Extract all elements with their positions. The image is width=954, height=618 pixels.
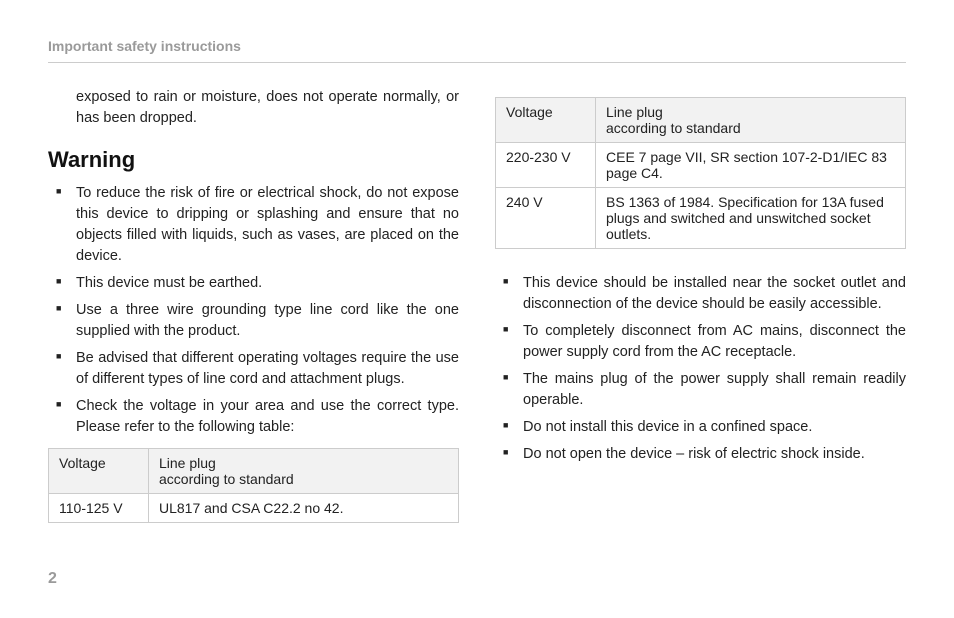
header-divider [48, 62, 906, 63]
warning-heading: Warning [48, 147, 459, 173]
voltage-table-left: Voltage Line plug according to standard … [48, 448, 459, 523]
left-column: exposed to rain or moisture, does not op… [48, 87, 459, 523]
table-header-plug-line1: Line plug [606, 104, 663, 120]
table-cell-plug: BS 1363 of 1984. Specification for 13A f… [596, 188, 906, 249]
warning-bullet-list-right: This device should be installed near the… [495, 273, 906, 465]
table-header-plug: Line plug according to standard [596, 98, 906, 143]
list-item: This device must be earthed. [48, 273, 459, 294]
right-column: Voltage Line plug according to standard … [495, 87, 906, 523]
table-cell-voltage: 110-125 V [49, 494, 149, 523]
list-item: This device should be installed near the… [495, 273, 906, 315]
list-item: Be advised that different operating volt… [48, 348, 459, 390]
table-row: 110-125 V UL817 and CSA C22.2 no 42. [49, 494, 459, 523]
table-header-row: Voltage Line plug according to standard [496, 98, 906, 143]
continued-paragraph: exposed to rain or moisture, does not op… [76, 87, 459, 129]
running-header: Important safety instructions [48, 38, 906, 54]
table-header-plug: Line plug according to standard [149, 449, 459, 494]
table-row: 240 V BS 1363 of 1984. Specification for… [496, 188, 906, 249]
list-item: To reduce the risk of fire or electrical… [48, 183, 459, 267]
list-item: To completely disconnect from AC mains, … [495, 321, 906, 363]
two-column-layout: exposed to rain or moisture, does not op… [48, 87, 906, 523]
table-cell-voltage: 240 V [496, 188, 596, 249]
warning-bullet-list-left: To reduce the risk of fire or electrical… [48, 183, 459, 438]
list-item: Check the voltage in your area and use t… [48, 396, 459, 438]
table-cell-plug: UL817 and CSA C22.2 no 42. [149, 494, 459, 523]
list-item: Do not open the device – risk of electri… [495, 444, 906, 465]
page-number: 2 [48, 570, 57, 588]
table-header-plug-line1: Line plug [159, 455, 216, 471]
table-header-plug-line2: according to standard [159, 471, 294, 487]
table-header-voltage: Voltage [49, 449, 149, 494]
table-header-plug-line2: according to standard [606, 120, 741, 136]
list-item: Use a three wire grounding type line cor… [48, 300, 459, 342]
voltage-table-right: Voltage Line plug according to standard … [495, 97, 906, 249]
table-row: 220-230 V CEE 7 page VII, SR section 107… [496, 143, 906, 188]
list-item: The mains plug of the power supply shall… [495, 369, 906, 411]
table-header-row: Voltage Line plug according to standard [49, 449, 459, 494]
table-header-voltage: Voltage [496, 98, 596, 143]
table-cell-plug: CEE 7 page VII, SR section 107-2-D1/IEC … [596, 143, 906, 188]
table-cell-voltage: 220-230 V [496, 143, 596, 188]
list-item: Do not install this device in a confined… [495, 417, 906, 438]
